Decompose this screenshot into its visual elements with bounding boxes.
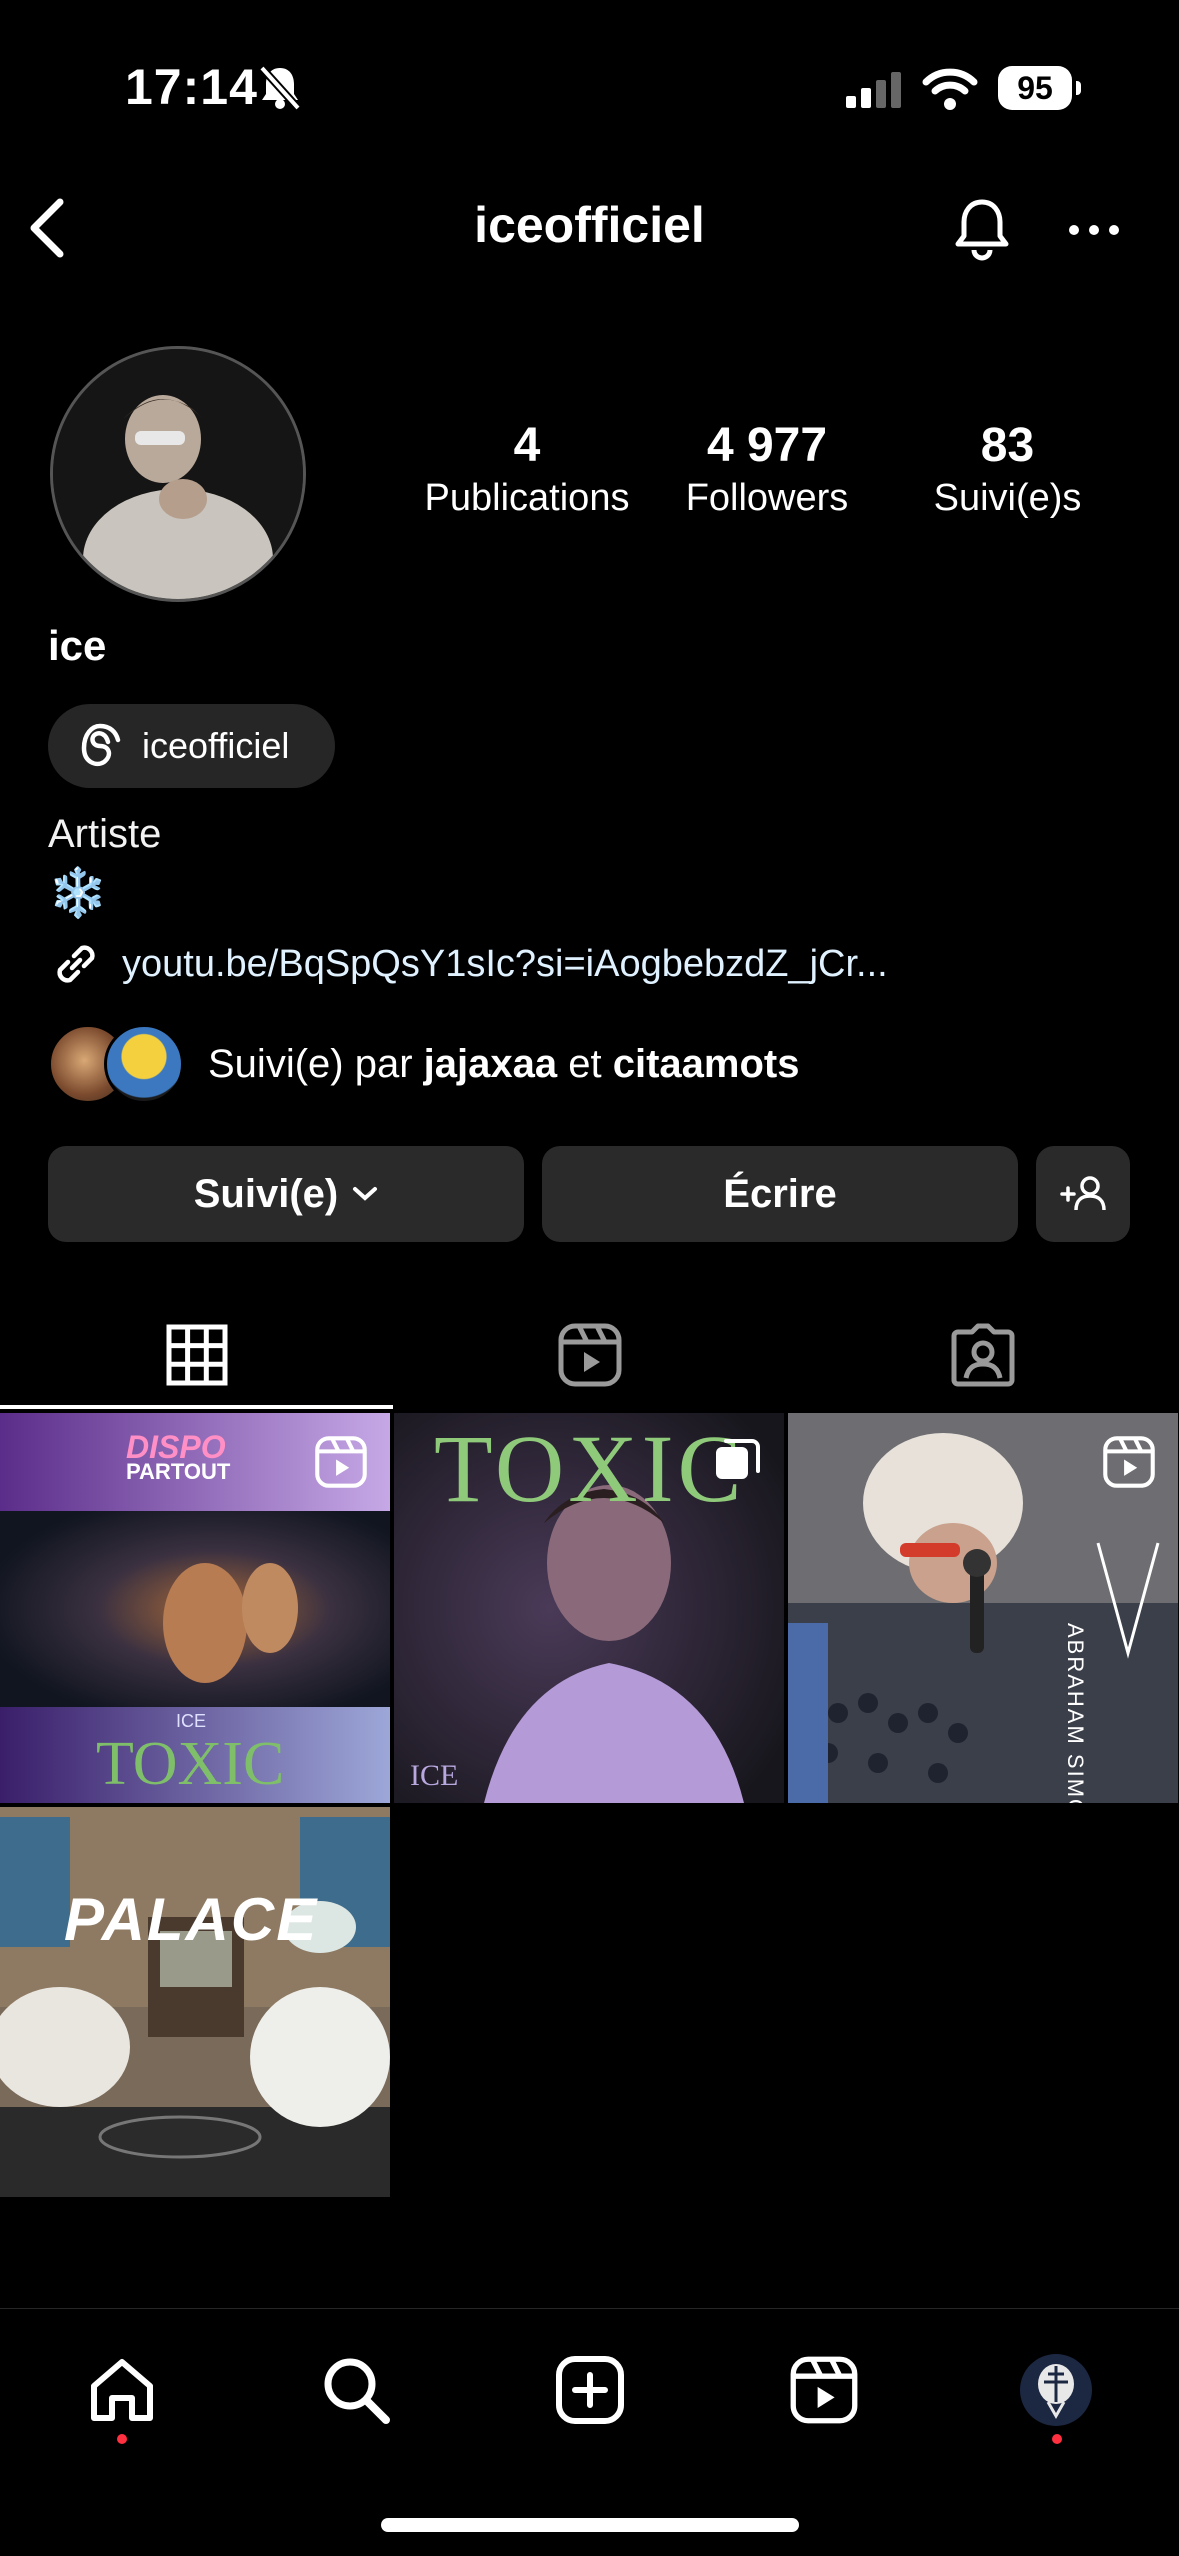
post-tile-2[interactable]: TOXIC ICE xyxy=(394,1413,784,1803)
wifi-icon xyxy=(922,68,978,110)
profile-name: ice xyxy=(48,622,107,669)
post-2-title: TOXIC xyxy=(434,1415,746,1522)
reels-icon xyxy=(558,1323,621,1387)
message-button[interactable]: Écrire xyxy=(542,1146,1018,1242)
post-4-title: PALACE xyxy=(64,1886,319,1953)
reels-icon xyxy=(790,2356,858,2424)
bio-emoji: ❄️ xyxy=(48,867,108,920)
post-2-caption: ICE xyxy=(410,1759,459,1792)
cellular-signal-icon xyxy=(846,72,901,108)
nav-home[interactable] xyxy=(62,2340,182,2440)
stat-followers-count: 4 977 xyxy=(706,419,828,472)
stat-following-count: 83 xyxy=(980,419,1035,472)
followed-by-text: Suivi(e) par jajaxaa et citaamots xyxy=(208,1041,800,1086)
active-tab-indicator xyxy=(0,1405,393,1409)
more-options-icon[interactable] xyxy=(1068,224,1120,236)
grid-icon xyxy=(166,1324,227,1386)
profile-link-text: youtu.be/BqSpQsY1sIc?si=iAogbebzdZ_jCr..… xyxy=(122,942,888,985)
profile-avatar[interactable] xyxy=(50,346,306,602)
suggest-users-button[interactable] xyxy=(1036,1146,1130,1242)
threads-handle: iceofficiel xyxy=(142,725,290,766)
followed-by-avatars xyxy=(48,1024,184,1104)
reel-badge-icon xyxy=(1103,1436,1155,1488)
threads-icon xyxy=(81,723,121,767)
stat-publications[interactable]: 4 Publications xyxy=(412,418,642,520)
chevron-down-icon xyxy=(353,1187,378,1201)
following-button[interactable]: Suivi(e) xyxy=(48,1146,524,1242)
stat-publications-count: 4 xyxy=(513,419,541,472)
notifications-bell-icon[interactable] xyxy=(950,196,1014,262)
post-3-side-text: ABRAHAM SIMON xyxy=(1063,1623,1088,1803)
nav-reels[interactable] xyxy=(764,2340,884,2440)
status-time: 17:14 xyxy=(125,59,258,115)
home-icon xyxy=(91,2359,153,2421)
home-notification-dot xyxy=(117,2434,127,2444)
follower-avatar-2 xyxy=(104,1024,184,1104)
search-icon xyxy=(324,2358,390,2424)
post-tile-3[interactable]: ABRAHAM SIMON xyxy=(788,1413,1178,1803)
following-label: Suivi(e) xyxy=(193,1171,339,1216)
nav-search[interactable] xyxy=(296,2340,416,2440)
post-tile-1[interactable]: DISPO PARTOUT ICE TOXIC xyxy=(0,1413,390,1803)
post-tile-4[interactable]: PALACE xyxy=(0,1807,390,2197)
profile-nav-avatar xyxy=(1020,2354,1092,2426)
stat-publications-label: Publications xyxy=(424,477,630,519)
add-person-icon xyxy=(1060,1176,1106,1211)
message-label: Écrire xyxy=(723,1171,837,1216)
link-icon xyxy=(57,945,95,983)
profile-link[interactable]: youtu.be/BqSpQsY1sIc?si=iAogbebzdZ_jCr..… xyxy=(48,936,888,992)
stat-following[interactable]: 83 Suivi(e)s xyxy=(900,418,1115,520)
carousel-badge-icon xyxy=(716,1439,760,1479)
battery-indicator: 95 xyxy=(998,66,1081,110)
tagged-icon xyxy=(951,1323,1014,1387)
post-1-top-subtitle: PARTOUT xyxy=(126,1459,231,1484)
stat-followers[interactable]: 4 977 Followers xyxy=(662,418,872,520)
profile-category: Artiste xyxy=(48,812,162,856)
reel-badge-icon xyxy=(315,1436,367,1488)
profile-notification-dot xyxy=(1052,2434,1062,2444)
tab-tagged[interactable] xyxy=(786,1300,1179,1410)
tab-posts-grid[interactable] xyxy=(0,1300,393,1410)
post-1-bottom-title: TOXIC xyxy=(96,1730,285,1798)
stat-followers-label: Followers xyxy=(685,477,849,519)
threads-badge[interactable]: iceofficiel xyxy=(48,704,335,788)
stat-following-label: Suivi(e)s xyxy=(933,477,1082,519)
nav-profile[interactable] xyxy=(996,2340,1116,2440)
nav-create[interactable] xyxy=(530,2340,650,2440)
tab-reels[interactable] xyxy=(393,1300,786,1410)
home-indicator[interactable] xyxy=(381,2518,799,2532)
silent-bell-icon xyxy=(259,65,301,110)
nav-divider xyxy=(0,2308,1179,2309)
plus-square-icon xyxy=(556,2356,624,2424)
followed-by-row[interactable]: Suivi(e) par jajaxaa et citaamots xyxy=(48,1024,799,1104)
